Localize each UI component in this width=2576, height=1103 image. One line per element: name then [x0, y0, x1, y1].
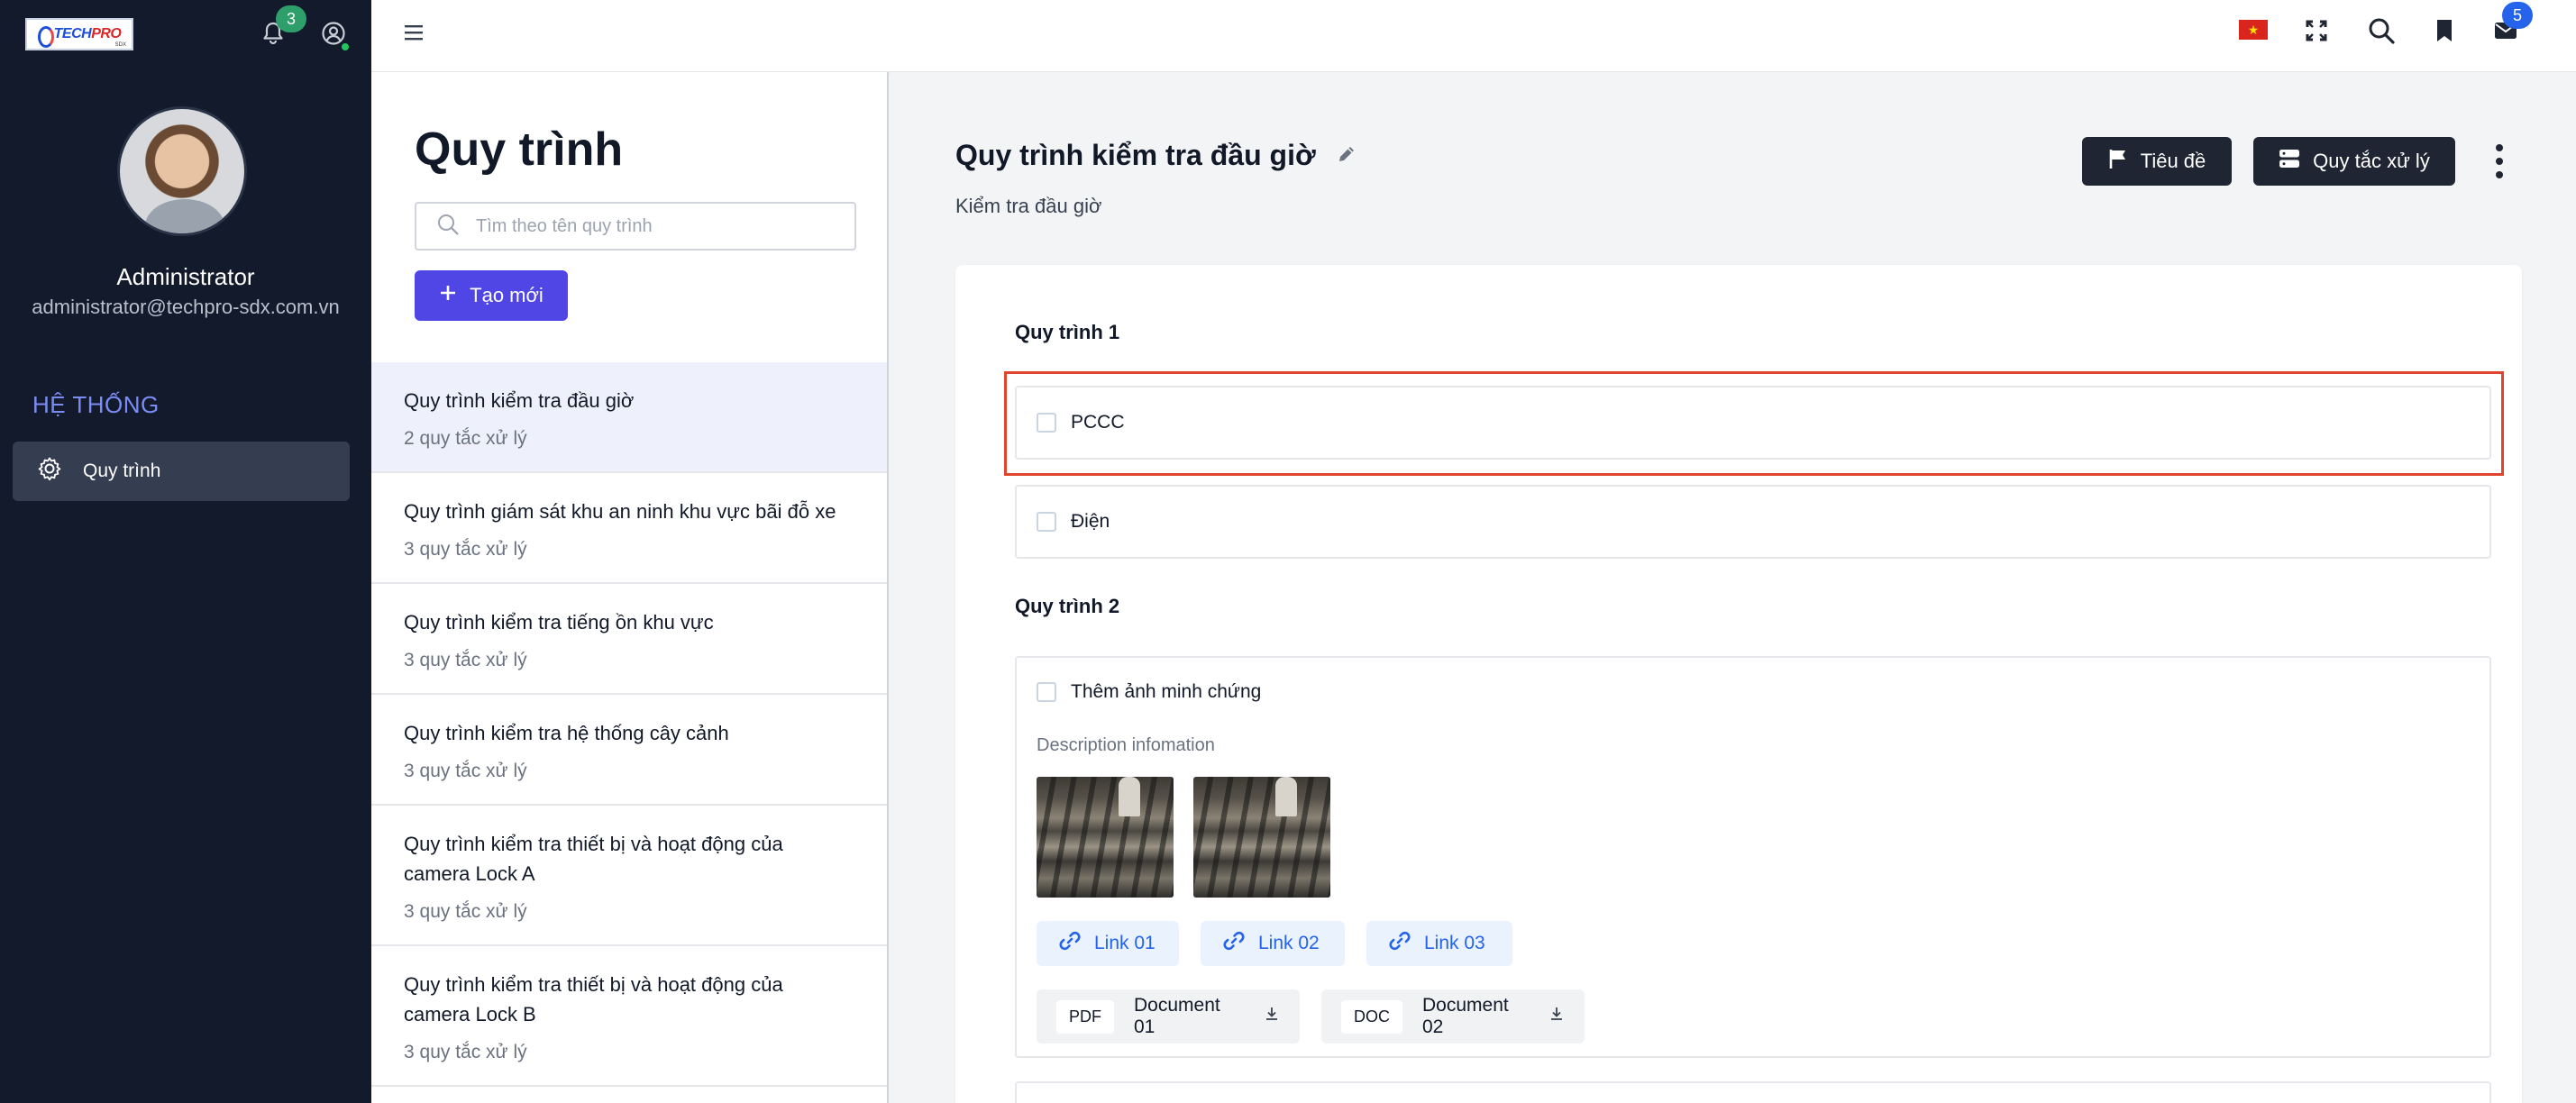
- plus-icon: [439, 284, 457, 307]
- process-name: Quy trình kiểm tra tiếng ồn khu vực: [404, 611, 714, 634]
- group-title: Quy trình 2: [1015, 595, 1120, 617]
- process-list-panel: Quy trình Tạo mới Quy trình kiểm tra đầu…: [371, 72, 889, 1103]
- gear-icon: [36, 455, 63, 488]
- list-item[interactable]: Quy trình kiểm tra hệ thống cây cảnh 3 q…: [371, 695, 887, 806]
- create-new-button[interactable]: Tạo mới: [415, 270, 568, 321]
- document-name: Document 02: [1422, 995, 1509, 1037]
- user-name: Administrator: [116, 263, 255, 290]
- search-icon[interactable]: [2363, 13, 2399, 49]
- notification-count-badge: 3: [276, 5, 306, 32]
- title-button-label: Tiêu đề: [2140, 150, 2206, 172]
- bookmark-icon[interactable]: [2426, 13, 2462, 49]
- sidebar-item-quy-trinh[interactable]: Quy trình: [13, 442, 350, 501]
- download-icon[interactable]: [1264, 1006, 1280, 1027]
- list-item[interactable]: Quy trình giám sát khu an ninh khu vực b…: [371, 473, 887, 584]
- task-label: PCCC: [1071, 412, 1125, 433]
- rules-button-label: Quy tắc xử lý: [2313, 150, 2430, 172]
- logo-text-pro: PRO: [91, 26, 122, 41]
- more-options-icon[interactable]: [2486, 141, 2513, 182]
- process-name: Quy trình kiểm tra thiết bị và hoạt động…: [404, 833, 783, 885]
- link-label: Link 01: [1094, 933, 1156, 953]
- rules-button[interactable]: Quy tắc xử lý: [2253, 137, 2455, 186]
- top-header: ★ 5: [371, 0, 2576, 72]
- detail-title-row: Quy trình kiểm tra đầu giờ: [955, 139, 1357, 172]
- list-item[interactable]: Quy trình kiểm tra đầu giờ 2 quy tắc xử …: [371, 362, 887, 473]
- link-icon: [1388, 929, 1411, 958]
- menu-toggle-icon[interactable]: [398, 16, 431, 49]
- document-type-tag: DOC: [1341, 999, 1402, 1034]
- link-icon: [1058, 929, 1082, 958]
- sidebar-section-title: HỆ THỐNG: [32, 391, 160, 418]
- task-label: Thêm ảnh minh chứng: [1071, 681, 1262, 702]
- download-icon[interactable]: [1548, 1006, 1565, 1027]
- document-name: Document 01: [1134, 995, 1220, 1037]
- title-button[interactable]: Tiêu đề: [2082, 137, 2232, 186]
- evidence-image[interactable]: [1037, 777, 1174, 898]
- task-row[interactable]: Thêm ảnh minh chứng: [1037, 681, 1261, 703]
- task-checkbox[interactable]: [1037, 682, 1056, 702]
- process-name: Quy trình kiểm tra thiết bị và hoạt động…: [404, 973, 783, 1026]
- online-status-dot: [340, 41, 351, 52]
- document-type-tag: PDF: [1056, 999, 1114, 1034]
- process-detail: Quy trình kiểm tra đầu giờ Kiểm tra đầu …: [891, 72, 2576, 1103]
- process-rule-count: 3 quy tắc xử lý: [404, 539, 527, 560]
- link-label: Link 03: [1424, 933, 1485, 953]
- process-name: Quy trình kiểm tra hệ thống cây cảnh: [404, 722, 729, 744]
- list-item[interactable]: Quy trình kiểm tra thiết bị và hoạt động…: [371, 946, 887, 1087]
- link-button[interactable]: Link 02: [1201, 921, 1345, 966]
- task-description: Description infomation: [1037, 735, 1215, 755]
- process-rule-count: 3 quy tắc xử lý: [404, 901, 527, 922]
- task-row[interactable]: PCCC: [1015, 386, 2491, 460]
- link-button[interactable]: Link 01: [1037, 921, 1179, 966]
- process-rule-count: 3 quy tắc xử lý: [404, 1042, 527, 1062]
- list-item[interactable]: Quy trình kiểm tra thiết bị và hoạt động…: [371, 806, 887, 946]
- task-checkbox[interactable]: [1037, 512, 1056, 532]
- vietnam-flag-icon[interactable]: ★: [2239, 20, 2268, 40]
- search-field[interactable]: [415, 202, 856, 251]
- process-rule-count: 2 quy tắc xử lý: [404, 428, 527, 449]
- mail-count-badge: 5: [2502, 2, 2533, 29]
- fullscreen-icon[interactable]: [2298, 13, 2334, 49]
- server-icon: [2279, 149, 2300, 174]
- task-checkbox[interactable]: [1037, 413, 1056, 433]
- evidence-image[interactable]: [1193, 777, 1330, 898]
- list-item[interactable]: Quy trình kiểm tra tiếng ồn khu vực 3 qu…: [371, 584, 887, 695]
- edit-pencil-icon[interactable]: [1336, 139, 1357, 172]
- next-task-box: [1015, 1081, 2491, 1103]
- user-email: administrator@techpro-sdx.com.vn: [32, 296, 340, 318]
- page-title: Quy trình: [415, 123, 624, 176]
- sidebar-item-label: Quy trình: [83, 460, 161, 481]
- group-title: Quy trình 1: [1015, 321, 1120, 343]
- create-new-label: Tạo mới: [470, 284, 544, 306]
- techpro-logo[interactable]: TECHPRO SDX: [25, 18, 133, 50]
- detail-title: Quy trình kiểm tra đầu giờ: [955, 139, 1316, 171]
- logo-text-tech: TECH: [53, 26, 92, 41]
- process-name: Quy trình giám sát khu an ninh khu vực b…: [404, 500, 836, 523]
- link-icon: [1222, 929, 1246, 958]
- logo-sub: SDX: [114, 42, 126, 48]
- task-row[interactable]: Điện: [1015, 485, 2491, 559]
- task-label: Điện: [1071, 511, 1110, 532]
- avatar[interactable]: [117, 106, 247, 236]
- detail-subtitle: Kiểm tra đầu giờ: [955, 195, 1102, 217]
- link-label: Link 02: [1258, 933, 1320, 953]
- flag-icon: [2108, 148, 2128, 175]
- logo-mark-icon: [37, 24, 54, 48]
- search-input[interactable]: [476, 215, 836, 237]
- process-name: Quy trình kiểm tra đầu giờ: [404, 389, 635, 412]
- document-chip[interactable]: DOC Document 02: [1321, 989, 1585, 1044]
- search-icon: [436, 213, 460, 241]
- document-chip[interactable]: PDF Document 01: [1037, 989, 1300, 1044]
- task-detail-box: Thêm ảnh minh chứng Description infomati…: [1015, 656, 2491, 1058]
- link-button[interactable]: Link 03: [1366, 921, 1512, 966]
- process-rule-count: 3 quy tắc xử lý: [404, 761, 527, 781]
- process-rule-count: 3 quy tắc xử lý: [404, 650, 527, 670]
- sidebar: TECHPRO SDX 3 Administrator administrato…: [0, 0, 371, 1103]
- process-card: Quy trình 1 PCCC Điện Quy trình 2 Thêm ả…: [955, 265, 2522, 1103]
- process-list: Quy trình kiểm tra đầu giờ 2 quy tắc xử …: [371, 362, 887, 1087]
